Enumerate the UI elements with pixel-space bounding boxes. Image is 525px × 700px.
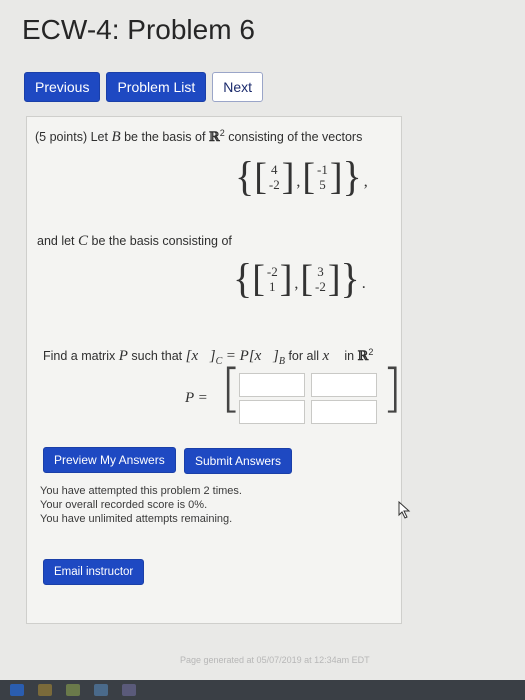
r-symbol: ℝ xyxy=(357,349,369,365)
app-icon[interactable] xyxy=(122,684,136,696)
problem-list-button[interactable]: Problem List xyxy=(106,72,207,102)
email-instructor-button[interactable]: Email instructor xyxy=(43,559,145,585)
answer-cell-1-2[interactable] xyxy=(311,373,377,397)
r-symbol: ℝ xyxy=(208,130,220,146)
next-button[interactable]: Next xyxy=(212,72,264,102)
vec-entry: 1 xyxy=(269,279,276,294)
right-bracket: ] xyxy=(382,359,403,419)
problem-intro: (5 points) Let B be the basis of ℝ2 cons… xyxy=(35,128,362,146)
find-text: Find a matrix xyxy=(43,349,116,364)
vec-entry: -2 xyxy=(266,264,278,279)
sub-b: B xyxy=(278,356,285,368)
basis-b-vector-1: 4 -2 xyxy=(269,162,280,192)
app-icon[interactable] xyxy=(94,684,108,696)
page-footer: Page generated at 05/07/2019 at 12:34am … xyxy=(180,655,370,665)
basis-c-set: {[ -2 1 ],[ 3 -2 ]}. xyxy=(233,254,366,303)
answer-cell-1-1[interactable] xyxy=(239,373,305,397)
in-text: in xyxy=(344,349,355,364)
for-all-text: for all xyxy=(288,349,320,364)
app-icon[interactable] xyxy=(66,684,80,696)
basis-b-vector-2: -1 5 xyxy=(317,162,328,192)
mouse-cursor-icon xyxy=(398,501,411,519)
basis-text: be the basis of xyxy=(124,130,206,145)
answer-cell-2-2[interactable] xyxy=(311,400,377,424)
find-matrix-text: Find a matrix P such that [x⃗]C = P[x⃗]B… xyxy=(43,347,374,368)
x-vec: x⃗ xyxy=(254,348,273,365)
attempt-feedback: You have attempted this problem 2 times.… xyxy=(40,484,242,526)
page-title: ECW-4: Problem 6 xyxy=(22,14,255,45)
word-icon[interactable] xyxy=(10,684,24,696)
points-text: (5 points) Let xyxy=(35,130,108,145)
x-vec: x⃗ xyxy=(191,348,210,365)
var-p: P xyxy=(118,348,128,365)
vec-entry: 3 xyxy=(317,264,324,279)
folder-icon[interactable] xyxy=(38,684,52,696)
problem-nav: Previous Problem List Next xyxy=(24,72,264,102)
exponent: 2 xyxy=(368,347,374,357)
problem-panel: (5 points) Let B be the basis of ℝ2 cons… xyxy=(26,116,402,624)
basis-c-vector-2: 3 -2 xyxy=(315,264,326,294)
previous-button[interactable]: Previous xyxy=(24,72,101,102)
vec-entry: -1 xyxy=(317,162,328,177)
feedback-line: You have attempted this problem 2 times. xyxy=(40,485,242,497)
var-c: C xyxy=(78,233,89,249)
feedback-line: Your overall recorded score is 0%. xyxy=(40,499,208,511)
exponent: 2 xyxy=(219,128,225,138)
basis-b-set: {[ 4 -2 ],[ -1 5 ]}, xyxy=(235,152,368,201)
basis-c-text: be the basis consisting of xyxy=(91,234,232,248)
feedback-line: You have unlimited attempts remaining. xyxy=(40,513,233,525)
x-vec: x⃗ xyxy=(322,348,341,365)
basis-c-intro: and let C be the basis consisting of xyxy=(37,233,232,250)
basis-c-vector-1: -2 1 xyxy=(267,264,278,294)
vec-entry: 5 xyxy=(319,177,326,192)
and-let-text: and let xyxy=(37,234,75,248)
intro-end-text: consisting of the vectors xyxy=(228,130,363,145)
answer-cell-2-1[interactable] xyxy=(239,400,305,424)
answer-label: P = xyxy=(185,390,208,406)
such-that-text: such that xyxy=(131,349,183,364)
vec-entry: 4 xyxy=(271,162,278,177)
var-b: B xyxy=(111,129,121,146)
os-taskbar xyxy=(0,680,525,700)
vec-entry: -2 xyxy=(315,279,326,294)
preview-answers-button[interactable]: Preview My Answers xyxy=(43,447,176,473)
submit-answers-button[interactable]: Submit Answers xyxy=(184,448,293,474)
vec-entry: -2 xyxy=(268,177,280,192)
